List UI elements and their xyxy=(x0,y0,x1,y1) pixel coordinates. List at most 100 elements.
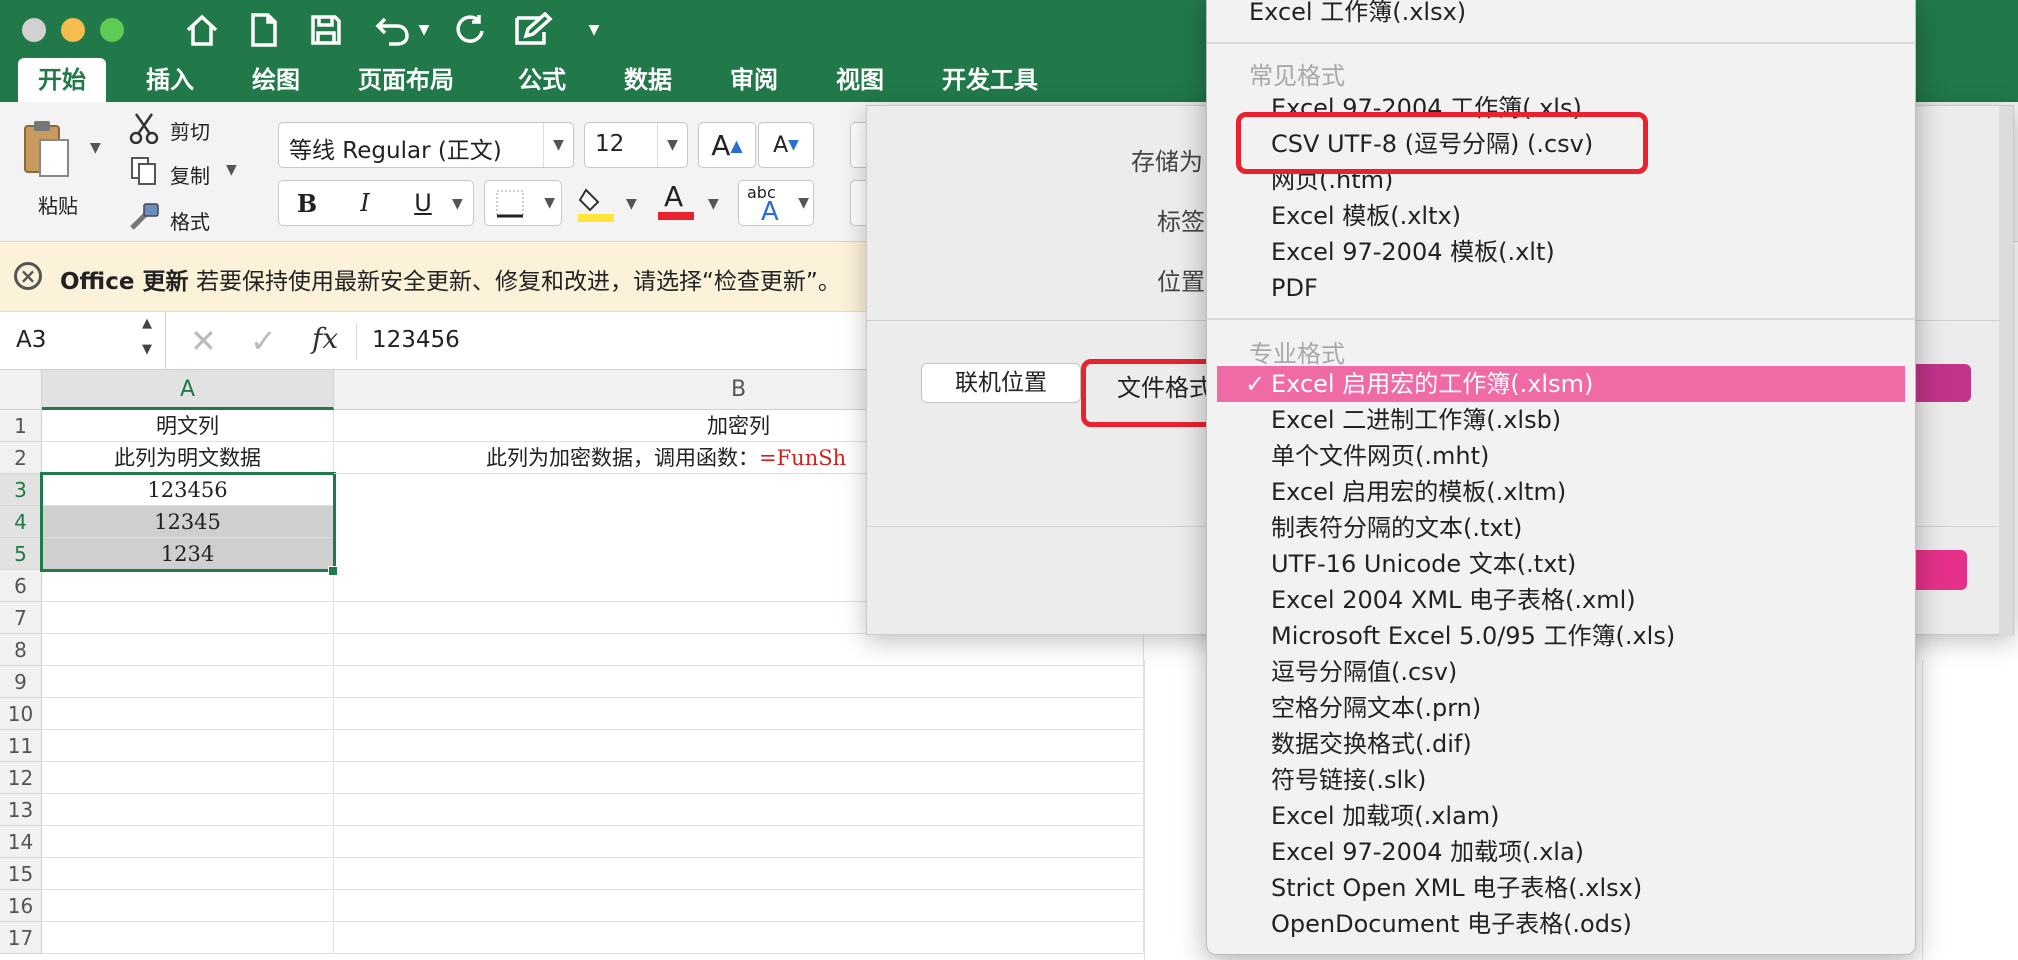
row-header[interactable]: 5 xyxy=(0,538,42,570)
tab-review[interactable]: 审阅 xyxy=(730,58,778,102)
menu-item-professional-format[interactable]: OpenDocument 电子表格(.ods) xyxy=(1207,906,1915,942)
row-header[interactable]: 3 xyxy=(0,474,42,506)
cell-b17[interactable] xyxy=(334,922,1144,954)
row-header[interactable]: 17 xyxy=(0,922,42,954)
shrink-font-button[interactable]: A ▼ xyxy=(758,122,814,168)
fill-handle[interactable] xyxy=(328,566,338,576)
cell-a1[interactable]: 明文列 xyxy=(42,410,334,442)
cell-b8[interactable] xyxy=(334,634,1144,666)
cell-a11[interactable] xyxy=(42,730,334,762)
new-document-icon[interactable] xyxy=(244,8,284,52)
font-size-select[interactable]: 12 ▼ xyxy=(584,122,688,168)
cell-a8[interactable] xyxy=(42,634,334,666)
scissors-icon[interactable] xyxy=(128,112,160,145)
customize-toolbar-icon[interactable]: ▼ xyxy=(580,8,608,52)
chevron-down-icon[interactable]: ▼ xyxy=(626,196,637,212)
tab-insert[interactable]: 插入 xyxy=(146,58,194,102)
cell-b14[interactable] xyxy=(334,826,1144,858)
cancel-entry-icon[interactable]: ✕ xyxy=(190,322,217,360)
tab-draw[interactable]: 绘图 xyxy=(252,58,300,102)
menu-item-professional-format[interactable]: Microsoft Excel 5.0/95 工作簿(.xls) xyxy=(1207,618,1915,654)
row-header[interactable]: 1 xyxy=(0,410,42,442)
font-color-button[interactable]: A ▼ xyxy=(654,180,726,226)
menu-item-professional-format[interactable]: Excel 二进制工作簿(.xlsb) xyxy=(1207,402,1915,438)
row-header[interactable]: 12 xyxy=(0,762,42,794)
cell-a7[interactable] xyxy=(42,602,334,634)
name-box[interactable]: A3 ▲ ▼ xyxy=(0,312,166,370)
format-painter-icon[interactable] xyxy=(128,202,160,232)
bold-button[interactable]: B xyxy=(284,184,330,222)
row-header[interactable]: 6 xyxy=(0,570,42,602)
undo-dropdown-icon[interactable]: ▼ xyxy=(414,8,434,52)
name-box-up-icon[interactable]: ▲ xyxy=(142,316,152,331)
menu-item-professional-format[interactable]: Excel 97-2004 加载项(.xla) xyxy=(1207,834,1915,870)
tab-data[interactable]: 数据 xyxy=(624,58,672,102)
menu-item-professional-format[interactable]: UTF-16 Unicode 文本(.txt) xyxy=(1207,546,1915,582)
name-box-down-icon[interactable]: ▼ xyxy=(142,342,152,357)
cell-b10[interactable] xyxy=(334,698,1144,730)
cell-a17[interactable] xyxy=(42,922,334,954)
format-label[interactable]: 格式 xyxy=(170,206,210,235)
underline-dropdown-icon[interactable]: ▼ xyxy=(452,196,463,212)
cell-a6[interactable] xyxy=(42,570,334,602)
row-header[interactable]: 10 xyxy=(0,698,42,730)
menu-item-common-format[interactable]: Excel 97-2004 模板(.xlt) xyxy=(1207,234,1915,270)
row-header[interactable]: 15 xyxy=(0,858,42,890)
phonetic-guide-button[interactable]: abc A ▼ xyxy=(738,180,814,227)
chevron-down-icon[interactable]: ▼ xyxy=(798,195,809,211)
confirm-entry-icon[interactable]: ✓ xyxy=(250,322,277,360)
menu-item-common-format[interactable]: Excel 模板(.xltx) xyxy=(1207,198,1915,234)
menu-item-professional-format[interactable]: 空格分隔文本(.prn) xyxy=(1207,690,1915,726)
copy-label[interactable]: 复制 xyxy=(170,160,210,189)
online-locations-button[interactable]: 联机位置 xyxy=(921,363,1081,403)
function-icon[interactable]: fx xyxy=(312,322,338,355)
cut-label[interactable]: 剪切 xyxy=(170,116,210,145)
grow-font-button[interactable]: A ▲ xyxy=(698,122,756,168)
chevron-down-icon[interactable]: ▼ xyxy=(708,196,719,212)
menu-item-common-format[interactable]: PDF xyxy=(1207,270,1915,306)
cell-a10[interactable] xyxy=(42,698,334,730)
row-header[interactable]: 4 xyxy=(0,506,42,538)
column-header-a[interactable]: A xyxy=(42,370,334,410)
menu-item-professional-format[interactable]: Excel 启用宏的模板(.xltm) xyxy=(1207,474,1915,510)
menu-item-xlsx[interactable]: Excel 工作簿(.xlsx) xyxy=(1207,0,1915,30)
paste-label[interactable]: 粘贴 xyxy=(38,190,78,219)
paste-dropdown-icon[interactable]: ▼ xyxy=(90,140,101,156)
underline-button[interactable]: U xyxy=(400,184,446,222)
cell-a15[interactable] xyxy=(42,858,334,890)
cell-b13[interactable] xyxy=(334,794,1144,826)
copy-dropdown-icon[interactable]: ▼ xyxy=(226,162,237,178)
chevron-down-icon[interactable]: ▼ xyxy=(544,195,555,211)
borders-button[interactable]: ▼ xyxy=(484,180,562,226)
row-header[interactable]: 8 xyxy=(0,634,42,666)
cell-b9[interactable] xyxy=(334,666,1144,698)
menu-item-professional-format[interactable]: Strict Open XML 电子表格(.xlsx) xyxy=(1207,870,1915,906)
cell-a12[interactable] xyxy=(42,762,334,794)
row-header[interactable]: 13 xyxy=(0,794,42,826)
chevron-down-icon[interactable]: ▼ xyxy=(657,123,687,167)
menu-item-professional-format[interactable]: 逗号分隔值(.csv) xyxy=(1207,654,1915,690)
tab-view[interactable]: 视图 xyxy=(836,58,884,102)
format-popup-edge[interactable] xyxy=(1907,364,1971,402)
italic-button[interactable]: I xyxy=(342,184,388,222)
edit-sheet-icon[interactable] xyxy=(510,8,558,52)
cell-a2[interactable]: 此列为明文数据 xyxy=(42,442,334,474)
tab-page-layout[interactable]: 页面布局 xyxy=(358,58,454,102)
redo-icon[interactable] xyxy=(448,8,492,52)
formula-input[interactable]: 123456 xyxy=(372,327,460,353)
menu-item-professional-format[interactable]: 符号链接(.slk) xyxy=(1207,762,1915,798)
cell-b12[interactable] xyxy=(334,762,1144,794)
paste-icon[interactable] xyxy=(22,118,72,180)
close-notification-icon[interactable]: × xyxy=(14,262,42,290)
tab-developer[interactable]: 开发工具 xyxy=(942,58,1038,102)
menu-item-professional-format[interactable]: Excel 加载项(.xlam) xyxy=(1207,798,1915,834)
row-header[interactable]: 9 xyxy=(0,666,42,698)
chevron-down-icon[interactable]: ▼ xyxy=(543,123,573,167)
row-header[interactable]: 7 xyxy=(0,602,42,634)
home-icon[interactable] xyxy=(180,8,224,52)
cell-b16[interactable] xyxy=(334,890,1144,922)
row-header[interactable]: 11 xyxy=(0,730,42,762)
copy-icon[interactable] xyxy=(130,156,158,186)
cell-a13[interactable] xyxy=(42,794,334,826)
cell-a16[interactable] xyxy=(42,890,334,922)
